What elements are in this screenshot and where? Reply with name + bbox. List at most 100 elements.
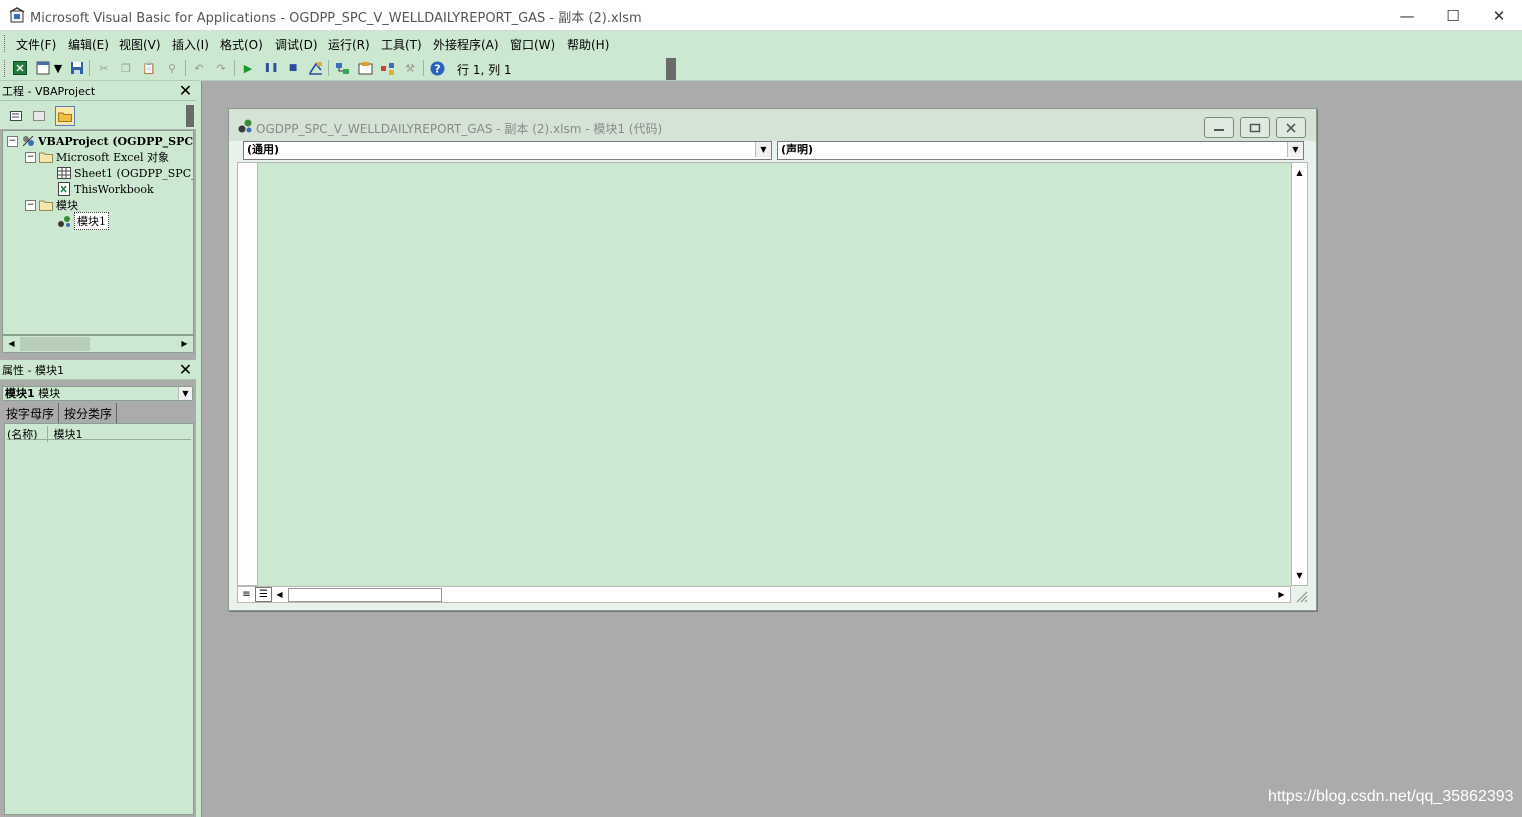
module-icon	[57, 214, 71, 228]
toolbar-separator	[423, 60, 424, 76]
design-mode-icon[interactable]	[307, 60, 323, 76]
full-module-view-icon[interactable]: ☰	[255, 587, 272, 602]
tab-alphabetic[interactable]: 按字母序	[2, 403, 60, 425]
toolbar-grip[interactable]	[4, 60, 7, 77]
scroll-down-icon[interactable]: ▼	[1292, 568, 1307, 583]
tree-node-sheet1[interactable]: Sheet1 (OGDPP_SPC_V	[57, 165, 193, 181]
properties-close-button[interactable]: ✕	[177, 361, 194, 378]
code-editor[interactable]	[258, 162, 1291, 586]
menu-bar: 文件(F) 编辑(E) 视图(V) 插入(I) 格式(O) 调试(D) 运行(R…	[0, 31, 1522, 56]
toolbar-separator	[89, 60, 90, 76]
redo-icon[interactable]: ↷	[213, 60, 229, 76]
properties-title: 属性 - 模块1	[2, 364, 64, 377]
insert-module-icon[interactable]	[35, 60, 51, 76]
code-margin-indicator-bar[interactable]	[237, 162, 258, 586]
menu-file[interactable]: 文件(F)	[16, 36, 56, 53]
folder-open-icon	[39, 198, 53, 212]
toolbar-separator	[185, 60, 186, 76]
menu-run[interactable]: 运行(R)	[328, 36, 370, 53]
property-value[interactable]: 模块1	[52, 428, 83, 441]
run-icon[interactable]: ▶	[240, 60, 256, 76]
project-explorer-header: 工程 - VBAProject ✕	[0, 81, 196, 101]
toggle-folders-icon[interactable]	[55, 106, 75, 126]
project-explorer-toolbar	[0, 101, 196, 129]
toolbar-separator	[328, 60, 329, 76]
code-restore-button[interactable]	[1240, 117, 1270, 138]
reset-icon[interactable]: ■	[285, 60, 301, 76]
panel-splitter[interactable]	[196, 81, 202, 817]
view-object-icon[interactable]	[29, 106, 49, 126]
scroll-right-icon[interactable]: ▶	[177, 336, 192, 351]
properties-tabs: 按字母序 按分类序	[2, 403, 194, 425]
code-minimize-button[interactable]	[1204, 117, 1234, 138]
tree-node-excel-objects[interactable]: − Microsoft Excel 对象	[25, 149, 169, 165]
property-row[interactable]: (名称) 模块1	[7, 426, 191, 442]
project-explorer-title: 工程 - VBAProject	[2, 85, 96, 98]
properties-window-icon[interactable]	[357, 60, 373, 76]
menu-tools[interactable]: 工具(T)	[381, 36, 422, 53]
save-icon[interactable]	[69, 60, 85, 76]
close-button[interactable]: ✕	[1476, 0, 1522, 31]
scroll-thumb[interactable]	[20, 337, 90, 351]
vba-app-icon[interactable]	[8, 6, 26, 24]
code-vscrollbar[interactable]: ▲ ▼	[1291, 162, 1308, 586]
help-icon[interactable]: ?	[429, 60, 445, 76]
view-code-icon[interactable]	[6, 106, 26, 126]
chevron-down-icon[interactable]: ▼	[755, 142, 771, 157]
object-type: 模块	[38, 387, 61, 400]
dropdown-icon[interactable]: ▼	[53, 60, 63, 76]
properties-object-select[interactable]: 模块1 模块 ▼	[2, 386, 193, 401]
resize-grip-icon[interactable]	[1293, 588, 1308, 603]
find-icon[interactable]: ⚲	[164, 60, 180, 76]
toolbar-overflow-handle[interactable]	[666, 58, 676, 80]
project-explorer-close-button[interactable]: ✕	[177, 82, 194, 99]
cut-icon[interactable]: ✂	[96, 60, 112, 76]
collapse-icon[interactable]: −	[25, 199, 36, 211]
code-close-button[interactable]	[1276, 117, 1306, 138]
chevron-down-icon[interactable]: ▼	[1287, 142, 1303, 157]
menu-addins[interactable]: 外接程序(A)	[433, 36, 499, 53]
toolbox-icon[interactable]: ⚒	[402, 60, 418, 76]
collapse-icon[interactable]: −	[7, 135, 18, 147]
minimize-button[interactable]: —	[1384, 0, 1430, 31]
menu-help[interactable]: 帮助(H)	[567, 36, 609, 53]
procedure-combo[interactable]: (声明) ▼	[777, 141, 1304, 160]
menu-insert[interactable]: 插入(I)	[172, 36, 209, 53]
scroll-left-icon[interactable]: ◀	[272, 587, 287, 602]
tree-node-thisworkbook[interactable]: ThisWorkbook	[57, 181, 154, 197]
maximize-button[interactable]: ☐	[1430, 0, 1476, 31]
tree-label: 模块1	[74, 212, 109, 230]
scroll-thumb[interactable]	[288, 588, 442, 602]
undo-icon[interactable]: ↶	[191, 60, 207, 76]
scroll-up-icon[interactable]: ▲	[1292, 165, 1307, 180]
code-hscrollbar[interactable]: ≡ ☰ ◀ ▶	[237, 586, 1291, 603]
scroll-left-icon[interactable]: ◀	[4, 336, 19, 351]
watermark: https://blog.csdn.net/qq_35862393	[1268, 788, 1514, 805]
tree-node-module1[interactable]: 模块1	[57, 212, 109, 230]
project-explorer-icon[interactable]	[334, 60, 350, 76]
tab-categorized[interactable]: 按分类序	[60, 403, 118, 425]
menu-edit[interactable]: 编辑(E)	[68, 36, 109, 53]
copy-icon[interactable]: ❐	[118, 60, 134, 76]
tree-node-vbaproject[interactable]: − VBAProject (OGDPP_SPC_	[7, 133, 193, 149]
menu-debug[interactable]: 调试(D)	[275, 36, 318, 53]
paste-icon[interactable]: 📋	[141, 60, 157, 76]
object-browser-icon[interactable]	[379, 60, 395, 76]
tree-label: ThisWorkbook	[74, 182, 154, 196]
menubar-grip[interactable]	[4, 35, 7, 52]
collapse-icon[interactable]: −	[25, 151, 36, 163]
menu-format[interactable]: 格式(O)	[220, 36, 263, 53]
menu-view[interactable]: 视图(V)	[119, 36, 161, 53]
menu-window[interactable]: 窗口(W)	[510, 36, 555, 53]
scroll-right-icon[interactable]: ▶	[1274, 587, 1289, 602]
break-icon[interactable]: ❚❚	[263, 60, 279, 76]
standard-toolbar: ▼ ✂ ❐ 📋 ⚲ ↶ ↷ ▶ ❚❚ ■ ⚒ ?	[0, 56, 1522, 81]
tree-node-modules[interactable]: − 模块	[25, 197, 78, 213]
procedure-view-icon[interactable]: ≡	[239, 587, 254, 602]
excel-icon[interactable]	[12, 60, 28, 76]
project-toolbar-overflow-handle[interactable]	[186, 105, 194, 127]
object-combo[interactable]: (通用) ▼	[243, 141, 772, 160]
chevron-down-icon[interactable]: ▼	[178, 387, 192, 400]
code-window-title: OGDPP_SPC_V_WELLDAILYREPORT_GAS - 副本 (2)…	[256, 122, 663, 136]
project-tree-hscrollbar[interactable]: ◀ ▶	[2, 335, 194, 353]
